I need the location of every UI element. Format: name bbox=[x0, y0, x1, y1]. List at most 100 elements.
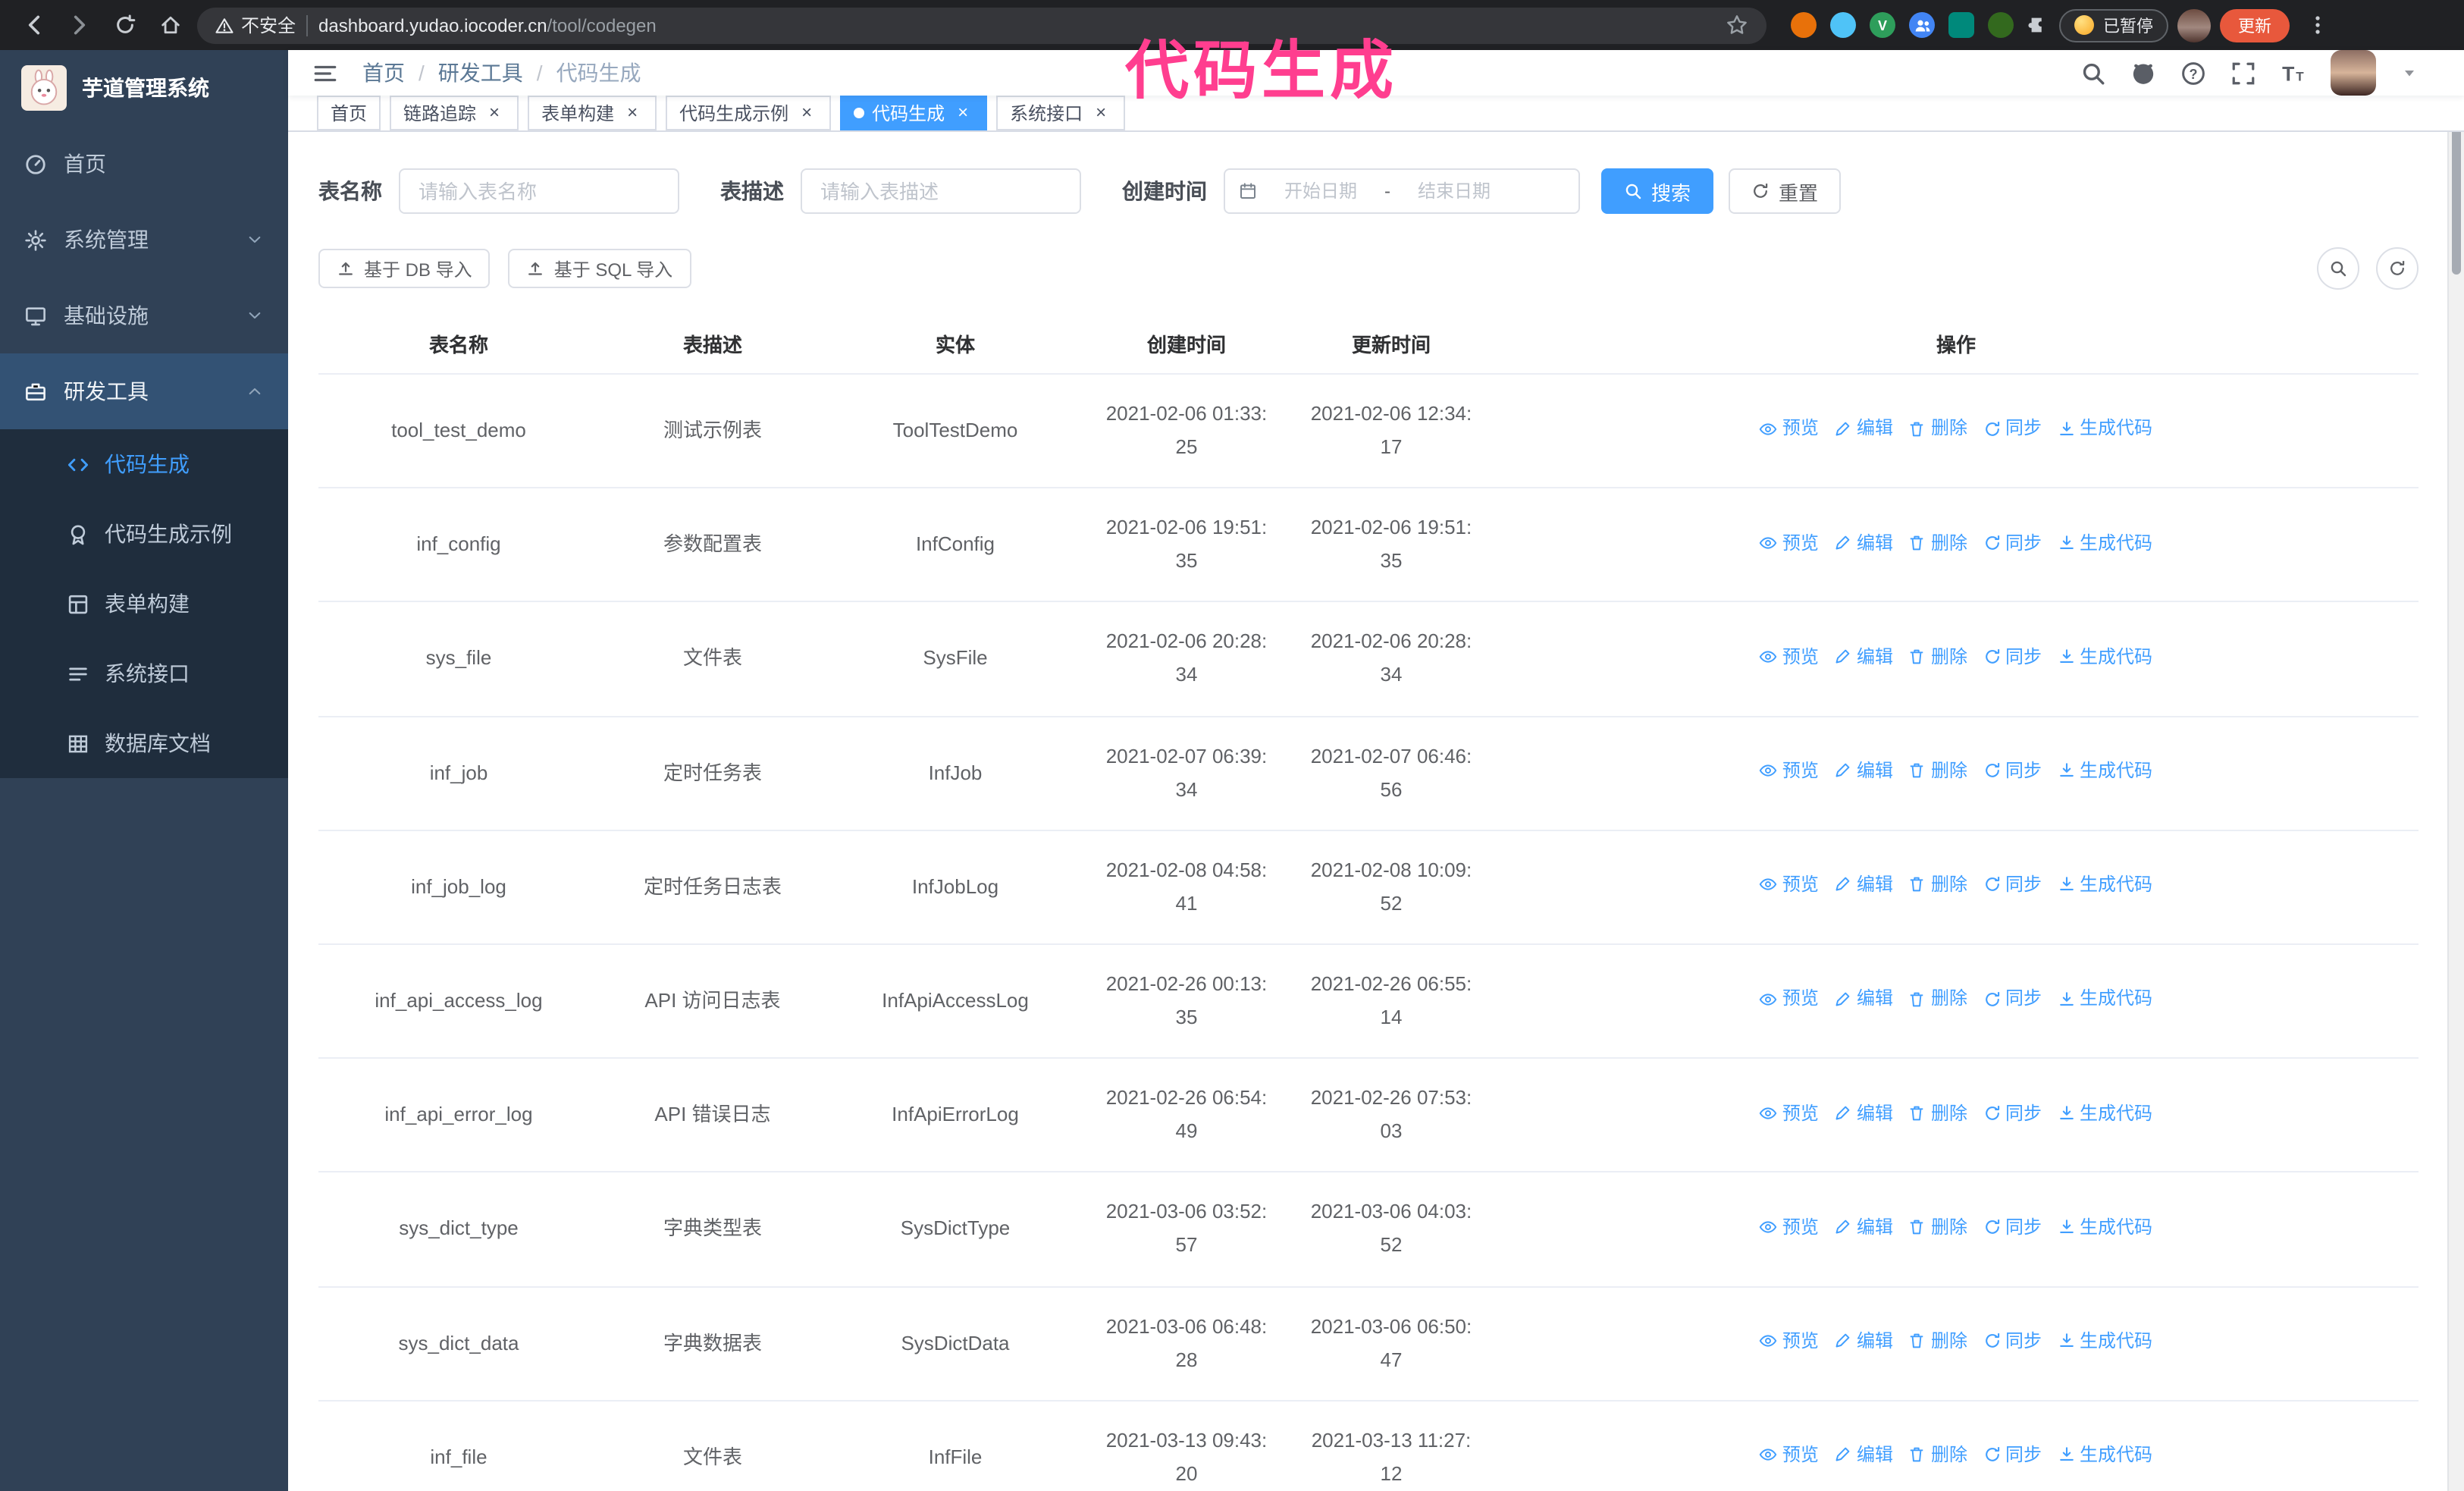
delete-link[interactable]: 删除 bbox=[1908, 755, 1967, 786]
generate-code-link[interactable]: 生成代码 bbox=[2057, 1439, 2152, 1471]
delete-link[interactable]: 删除 bbox=[1908, 869, 1967, 900]
close-icon[interactable]: × bbox=[622, 102, 643, 124]
extension-icon-v[interactable]: V bbox=[1870, 12, 1895, 38]
forward-icon[interactable] bbox=[61, 7, 97, 43]
preview-link[interactable]: 预览 bbox=[1760, 413, 1819, 444]
sidebar-item-home[interactable]: 首页 bbox=[0, 126, 288, 202]
edit-link[interactable]: 编辑 bbox=[1834, 1326, 1893, 1357]
preview-link[interactable]: 预览 bbox=[1760, 869, 1819, 900]
preview-link[interactable]: 预览 bbox=[1760, 1097, 1819, 1128]
delete-link[interactable]: 删除 bbox=[1908, 1326, 1967, 1357]
refresh-table-button[interactable] bbox=[2376, 247, 2419, 290]
sync-link[interactable]: 同步 bbox=[1983, 755, 2042, 786]
github-icon[interactable] bbox=[2130, 60, 2156, 86]
delete-link[interactable]: 删除 bbox=[1908, 527, 1967, 558]
edit-link[interactable]: 编辑 bbox=[1834, 1439, 1893, 1471]
help-icon[interactable] bbox=[2180, 60, 2206, 86]
table-name-input[interactable] bbox=[399, 168, 679, 214]
generate-code-link[interactable]: 生成代码 bbox=[2057, 527, 2152, 558]
browser-update-button[interactable]: 更新 bbox=[2220, 8, 2290, 42]
puzzle-extensions-icon[interactable] bbox=[2027, 14, 2050, 36]
extension-icon-teal[interactable] bbox=[1948, 12, 1974, 38]
search-button[interactable]: 搜索 bbox=[1601, 168, 1714, 214]
edit-link[interactable]: 编辑 bbox=[1834, 755, 1893, 786]
url-text[interactable]: dashboard.yudao.iocoder.cn/tool/codegen bbox=[318, 14, 657, 36]
table-desc-input[interactable] bbox=[801, 168, 1081, 214]
close-icon[interactable]: × bbox=[1090, 102, 1111, 124]
delete-link[interactable]: 删除 bbox=[1908, 984, 1967, 1015]
tab-trace[interactable]: 链路追踪 × bbox=[390, 96, 519, 130]
security-chip[interactable]: 不安全 bbox=[215, 12, 296, 38]
edit-link[interactable]: 编辑 bbox=[1834, 413, 1893, 444]
sync-link[interactable]: 同步 bbox=[1983, 527, 2042, 558]
sidebar-item-system-api[interactable]: 系统接口 bbox=[0, 639, 288, 708]
sync-link[interactable]: 同步 bbox=[1983, 642, 2042, 673]
delete-link[interactable]: 删除 bbox=[1908, 1097, 1967, 1128]
browser-menu-kebab-icon[interactable] bbox=[2299, 7, 2335, 43]
sidebar-item-db-docs[interactable]: 数据库文档 bbox=[0, 708, 288, 778]
reset-button[interactable]: 重置 bbox=[1729, 168, 1842, 214]
generate-code-link[interactable]: 生成代码 bbox=[2057, 1212, 2152, 1243]
delete-link[interactable]: 删除 bbox=[1908, 1212, 1967, 1243]
address-bar[interactable]: 不安全 dashboard.yudao.iocoder.cn/tool/code… bbox=[197, 7, 1766, 43]
back-icon[interactable] bbox=[15, 7, 52, 43]
breadcrumb-dev-tools[interactable]: 研发工具 bbox=[438, 58, 523, 88]
edit-link[interactable]: 编辑 bbox=[1834, 527, 1893, 558]
sidebar-item-form-builder[interactable]: 表单构建 bbox=[0, 569, 288, 639]
import-db-button[interactable]: 基于 DB 导入 bbox=[318, 249, 491, 288]
breadcrumb-home[interactable]: 首页 bbox=[362, 58, 405, 88]
edit-link[interactable]: 编辑 bbox=[1834, 869, 1893, 900]
sidebar-item-system[interactable]: 系统管理 bbox=[0, 202, 288, 278]
paused-badge[interactable]: 已暂停 bbox=[2059, 8, 2168, 42]
search-icon[interactable] bbox=[2080, 60, 2106, 86]
start-date-input[interactable] bbox=[1265, 180, 1377, 202]
close-icon[interactable]: × bbox=[796, 102, 817, 124]
close-icon[interactable]: × bbox=[952, 102, 973, 124]
end-date-input[interactable] bbox=[1398, 180, 1510, 202]
preview-link[interactable]: 预览 bbox=[1760, 1439, 1819, 1471]
sidebar-item-infrastructure[interactable]: 基础设施 bbox=[0, 278, 288, 353]
delete-link[interactable]: 删除 bbox=[1908, 1439, 1967, 1471]
sidebar-item-codegen[interactable]: 代码生成 bbox=[0, 429, 288, 499]
generate-code-link[interactable]: 生成代码 bbox=[2057, 642, 2152, 673]
hamburger-icon[interactable] bbox=[312, 60, 338, 86]
sync-link[interactable]: 同步 bbox=[1983, 413, 2042, 444]
preview-link[interactable]: 预览 bbox=[1760, 527, 1819, 558]
date-range-picker[interactable]: - bbox=[1224, 168, 1580, 214]
sync-link[interactable]: 同步 bbox=[1983, 1212, 2042, 1243]
preview-link[interactable]: 预览 bbox=[1760, 1326, 1819, 1357]
extension-icon-shield[interactable] bbox=[1830, 12, 1856, 38]
generate-code-link[interactable]: 生成代码 bbox=[2057, 984, 2152, 1015]
sync-link[interactable]: 同步 bbox=[1983, 1326, 2042, 1357]
sync-link[interactable]: 同步 bbox=[1983, 984, 2042, 1015]
edit-link[interactable]: 编辑 bbox=[1834, 1097, 1893, 1128]
delete-link[interactable]: 删除 bbox=[1908, 413, 1967, 444]
bookmark-star-icon[interactable] bbox=[1726, 14, 1748, 36]
home-icon[interactable] bbox=[152, 7, 188, 43]
edit-link[interactable]: 编辑 bbox=[1834, 984, 1893, 1015]
toggle-search-button[interactable] bbox=[2317, 247, 2359, 290]
tab-home[interactable]: 首页 bbox=[317, 96, 381, 130]
caret-down-icon[interactable] bbox=[2400, 64, 2419, 82]
extension-icon-fox[interactable] bbox=[1791, 12, 1817, 38]
fullscreen-icon[interactable] bbox=[2230, 60, 2256, 86]
extension-icon-people[interactable] bbox=[1909, 12, 1935, 38]
page-scrollbar[interactable] bbox=[2447, 50, 2464, 1491]
tab-codegen-example[interactable]: 代码生成示例 × bbox=[666, 96, 832, 130]
delete-link[interactable]: 删除 bbox=[1908, 642, 1967, 673]
sidebar-item-dev-tools[interactable]: 研发工具 bbox=[0, 353, 288, 429]
sync-link[interactable]: 同步 bbox=[1983, 1097, 2042, 1128]
generate-code-link[interactable]: 生成代码 bbox=[2057, 413, 2152, 444]
user-avatar[interactable] bbox=[2331, 50, 2376, 96]
reload-icon[interactable] bbox=[106, 7, 143, 43]
sidebar-logo[interactable]: 芋道管理系统 bbox=[0, 50, 288, 126]
preview-link[interactable]: 预览 bbox=[1760, 1212, 1819, 1243]
generate-code-link[interactable]: 生成代码 bbox=[2057, 869, 2152, 900]
edit-link[interactable]: 编辑 bbox=[1834, 1212, 1893, 1243]
tab-form-builder[interactable]: 表单构建 × bbox=[528, 96, 657, 130]
tab-system-api[interactable]: 系统接口 × bbox=[996, 96, 1126, 130]
sidebar-item-codegen-example[interactable]: 代码生成示例 bbox=[0, 499, 288, 569]
tab-codegen[interactable]: 代码生成 × bbox=[840, 96, 988, 130]
extension-icon-leaf[interactable] bbox=[1988, 12, 2014, 38]
import-sql-button[interactable]: 基于 SQL 导入 bbox=[508, 249, 691, 288]
